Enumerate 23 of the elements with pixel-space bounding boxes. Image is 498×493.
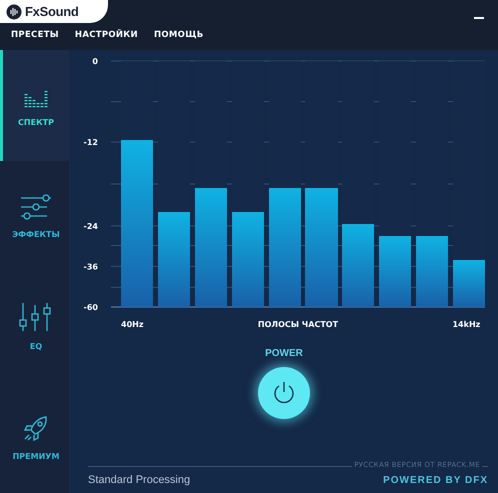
rocket-icon [22, 414, 50, 442]
power-button[interactable] [258, 367, 310, 419]
menu-item[interactable]: НАСТРОЙКИ [74, 30, 138, 40]
scale-label: 0 [92, 57, 98, 66]
axis-title: ПОЛОСЫ ЧАСТОТ [258, 320, 338, 329]
scale-label: -24 [84, 222, 98, 231]
sidebar-tab[interactable]: ЭФФЕКТЫ [0, 160, 69, 272]
logo-icon [6, 4, 22, 20]
menu-item[interactable]: ПОМОЩЬ [154, 30, 204, 40]
brand-text: POWERED BY DFX [383, 474, 488, 486]
frequency-label: 14kHz [452, 320, 480, 329]
preset-name: Standard Processing [88, 474, 190, 486]
sidebar-tab[interactable]: ПРЕМИУМ [0, 382, 69, 493]
sliders-icon [19, 194, 53, 220]
scale-label: -36 [84, 262, 98, 272]
frequency-label: 40Hz [121, 320, 144, 329]
power-label: POWER [265, 348, 303, 359]
sidebar-tab[interactable]: СПЕКТР [0, 50, 69, 161]
menu-item[interactable]: ПРЕСЕТЫ [11, 30, 59, 40]
scale-label: -60 [84, 303, 98, 312]
sidebar-tab[interactable]: EQ [0, 272, 69, 382]
app-name: FxSound [25, 4, 79, 19]
scale-label: -12 [84, 138, 98, 148]
